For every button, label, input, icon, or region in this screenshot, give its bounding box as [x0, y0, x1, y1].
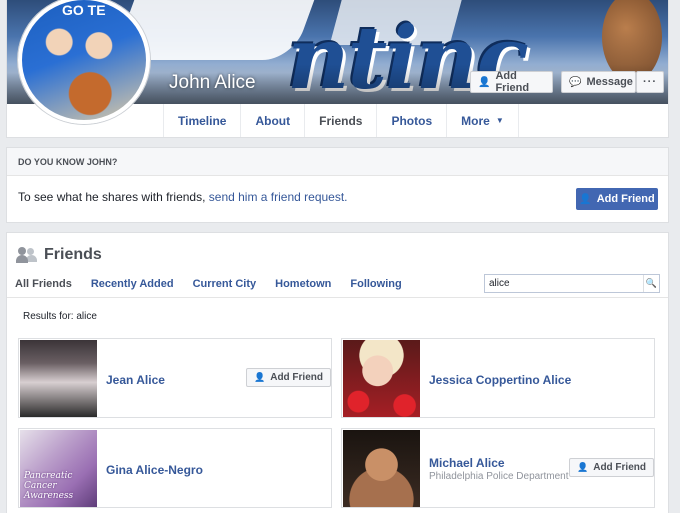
- friend-name[interactable]: Gina Alice-Negro: [106, 463, 203, 477]
- avatar[interactable]: GO TE: [18, 0, 150, 124]
- do-you-know-text: To see what he shares with friends, send…: [18, 190, 348, 204]
- friends-header: Friends: [16, 246, 102, 264]
- friend-card-michael-alice: Michael Alice Philadelphia Police Depart…: [341, 428, 655, 508]
- profile-tabs: Timeline About Friends Photos More ▼: [163, 104, 519, 137]
- friends-icon: [16, 247, 38, 263]
- friend-photo[interactable]: Pancreatic Cancer Awareness: [20, 430, 97, 507]
- friend-name[interactable]: Jean Alice: [106, 373, 165, 387]
- add-friend-label: Add Friend: [495, 70, 530, 94]
- add-friend-primary-label: Add Friend: [596, 193, 655, 205]
- friend-photo[interactable]: [343, 340, 420, 417]
- add-friend-icon: 👤: [579, 193, 592, 205]
- results-label: Results for: alice: [23, 311, 97, 322]
- do-you-know-card: DO YOU KNOW JOHN? To see what he shares …: [6, 147, 669, 223]
- divider: [7, 297, 668, 298]
- friends-search-input[interactable]: [485, 275, 643, 292]
- messenger-icon: 💬: [569, 76, 582, 88]
- friend-name[interactable]: Jessica Coppertino Alice: [429, 373, 571, 387]
- add-friend-icon: 👤: [254, 372, 266, 382]
- friends-title[interactable]: Friends: [44, 246, 102, 264]
- more-options-button[interactable]: ···: [636, 71, 664, 93]
- tab-about[interactable]: About: [240, 104, 304, 137]
- more-options-icon: ···: [643, 76, 657, 88]
- search-icon[interactable]: 🔍: [643, 275, 659, 292]
- friend-workplace: Philadelphia Police Department: [429, 471, 569, 482]
- profile-page: ntinc John Alice 👤 Add Friend 💬 Message …: [0, 0, 680, 513]
- friends-card: Friends All Friends Recently Added Curre…: [6, 232, 669, 513]
- tab-timeline[interactable]: Timeline: [163, 104, 240, 137]
- do-you-know-heading: DO YOU KNOW JOHN?: [7, 148, 668, 176]
- friend-photo[interactable]: [343, 430, 420, 507]
- friend-card-jessica-coppertino-alice: Jessica Coppertino Alice: [341, 338, 655, 418]
- tab-photos[interactable]: Photos: [376, 104, 446, 137]
- tab-friends[interactable]: Friends: [304, 104, 376, 137]
- add-friend-primary-button[interactable]: 👤 Add Friend: [576, 188, 658, 210]
- friend-card-gina-alice-negro: Pancreatic Cancer Awareness Gina Alice-N…: [18, 428, 332, 508]
- friend-request-link[interactable]: send him a friend request.: [209, 190, 348, 204]
- message-label: Message: [586, 76, 633, 88]
- tab-more[interactable]: More ▼: [446, 104, 519, 137]
- friend-photo[interactable]: [20, 340, 97, 417]
- friends-search: 🔍: [484, 274, 660, 293]
- friend-card-jean-alice: Jean Alice 👤 Add Friend: [18, 338, 332, 418]
- add-friend-button[interactable]: 👤 Add Friend: [470, 70, 553, 94]
- avatar-banner-text: GO TE: [62, 2, 106, 18]
- add-friend-button[interactable]: 👤 Add Friend: [569, 458, 654, 477]
- add-friend-icon: 👤: [577, 462, 589, 472]
- add-friend-button[interactable]: 👤 Add Friend: [246, 368, 331, 387]
- friend-name[interactable]: Michael Alice: [429, 456, 505, 470]
- friend-photo-text: Pancreatic Cancer Awareness: [24, 471, 74, 501]
- chevron-down-icon: ▼: [495, 116, 504, 125]
- add-friend-icon: 👤: [478, 76, 491, 88]
- message-button[interactable]: 💬 Message: [561, 71, 636, 93]
- profile-name[interactable]: John Alice: [169, 72, 256, 94]
